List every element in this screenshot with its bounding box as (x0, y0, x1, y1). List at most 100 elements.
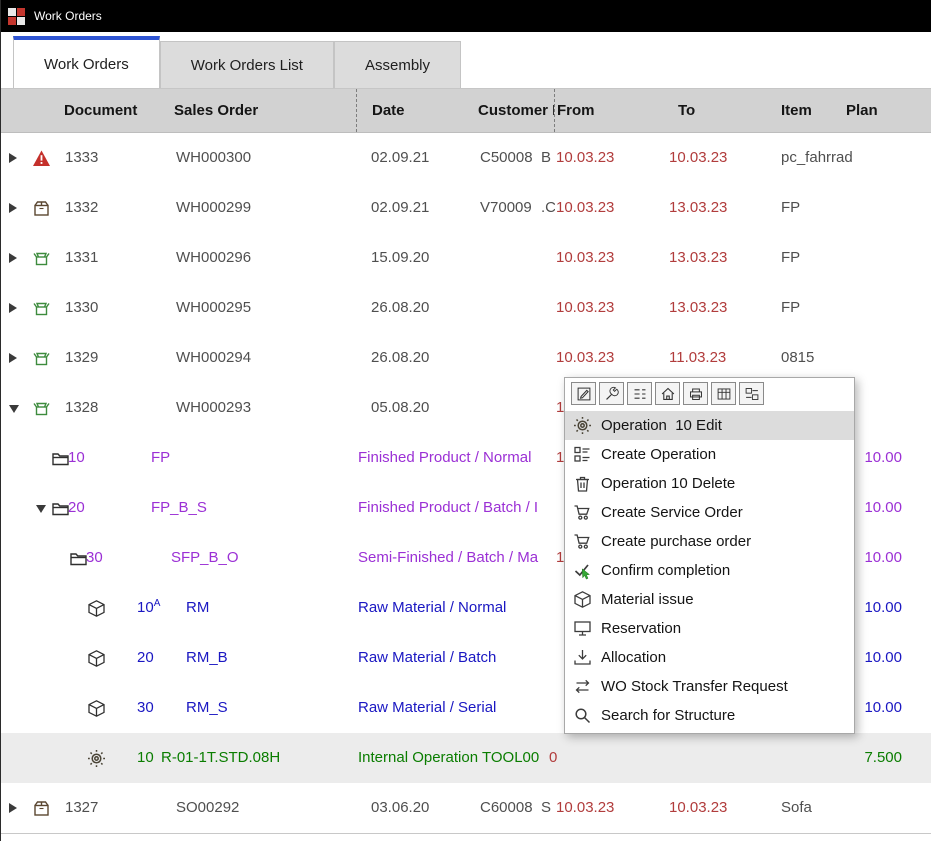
quantity-cell: 10.00 (864, 433, 902, 483)
menu-item-label: Create Service Order (601, 504, 743, 521)
app-logo-icon (8, 8, 25, 25)
gear-icon (573, 416, 592, 435)
item-cell: FP (781, 183, 800, 233)
column-header-to[interactable]: To (678, 89, 695, 132)
menu-item-label: WO Stock Transfer Request (601, 678, 788, 695)
expand-toggle[interactable] (9, 405, 19, 413)
context-menu-toolbar (565, 378, 854, 409)
box-open-icon (32, 399, 51, 418)
from-date-cell: 10.03.23 (556, 133, 614, 183)
menu-item-label: Search for Structure (601, 707, 735, 724)
create-operation-icon (573, 445, 592, 464)
document-cell: 1332 (65, 183, 98, 233)
menu-item-create-purchase-order[interactable]: Create purchase order (565, 527, 854, 556)
expand-toggle[interactable] (9, 153, 17, 163)
menu-item-allocation[interactable]: Allocation (565, 643, 854, 672)
column-header-document[interactable]: Document (64, 89, 137, 132)
item-code-cell: FP (151, 433, 170, 483)
menu-item-create-operation[interactable]: Create Operation (565, 440, 854, 469)
description-cell: Semi-Finished / Batch / Ma (358, 533, 538, 583)
column-header-customer-name[interactable]: Customer Name (478, 89, 554, 132)
description-cell: Internal Operation TOOL00 (358, 733, 539, 783)
table-row[interactable]: 1327 SO00292 03.06.20 C60008 S 10.03.23 … (1, 783, 931, 833)
from-date-cell: 10.03.23 (556, 333, 614, 383)
item-cell: pc_fahrrad (781, 133, 853, 183)
search-icon (573, 706, 592, 725)
column-header-sales-order[interactable]: Sales Order (174, 89, 258, 132)
box-closed-icon (32, 799, 51, 818)
menu-item-wo-stock-transfer-request[interactable]: WO Stock Transfer Request (565, 672, 854, 701)
column-header-from[interactable]: From (557, 89, 595, 132)
warning-icon (32, 149, 51, 168)
column-header-plan[interactable]: Plan (846, 89, 878, 132)
date-cell: 03.06.20 (371, 783, 429, 833)
to-date-cell: 13.03.23 (669, 283, 727, 333)
context-menu-items: Operation 10 Edit Create Operation Opera… (565, 409, 854, 733)
menu-item-reservation[interactable]: Reservation (565, 614, 854, 643)
expand-toggle[interactable] (9, 203, 17, 213)
customer-name-cell: B (541, 133, 555, 183)
menu-item-label: Allocation (601, 649, 666, 666)
item-cell: FP (781, 283, 800, 333)
sales-order-cell: SO00292 (176, 783, 239, 833)
to-date-cell: 13.03.23 (669, 183, 727, 233)
table-row[interactable]: 10 R-01-1T.STD.08H Internal Operation TO… (1, 733, 931, 783)
home-toolbar-button[interactable] (655, 382, 680, 405)
tab-work-orders[interactable]: Work Orders (13, 36, 160, 88)
layout-toolbar-button[interactable] (739, 382, 764, 405)
quantity-cell: 10.00 (864, 633, 902, 683)
expand-toggle[interactable] (36, 505, 46, 513)
table-row[interactable]: 1331 WH000296 15.09.20 10.03.23 13.03.23… (1, 233, 931, 283)
menu-item-create-service-order[interactable]: Create Service Order (565, 498, 854, 527)
column-header-date[interactable]: Date (372, 89, 405, 132)
document-cell: 1327 (65, 783, 98, 833)
table-row[interactable]: 1332 WH000299 02.09.21 V70009 .C 10.03.2… (1, 183, 931, 233)
expand-toggle[interactable] (9, 353, 17, 363)
box-open-icon (32, 249, 51, 268)
table-row[interactable]: 1333 WH000300 02.09.21 C50008 B 10.03.23… (1, 133, 931, 183)
sales-order-cell: WH000296 (176, 233, 251, 283)
transfer-icon (573, 677, 592, 696)
quantity-cell: 10.00 (864, 683, 902, 733)
menu-item-operation-10-edit[interactable]: Operation 10 Edit (565, 411, 854, 440)
expand-toggle[interactable] (9, 303, 17, 313)
box3d-icon (87, 699, 106, 718)
to-date-cell: 13.03.23 (669, 233, 727, 283)
row-number-cell: 10A (137, 583, 160, 633)
table-row[interactable]: 1329 WH000294 26.08.20 10.03.23 11.03.23… (1, 333, 931, 383)
row-number-cell: 30 (86, 533, 103, 583)
date-cell: 26.08.20 (371, 283, 429, 333)
row-number-cell: 10 (68, 433, 85, 483)
menu-item-confirm-completion[interactable]: Confirm completion (565, 556, 854, 585)
column-header-item[interactable]: Item (781, 89, 812, 132)
print-toolbar-button[interactable] (683, 382, 708, 405)
tab-work-orders-list[interactable]: Work Orders List (160, 41, 334, 88)
list-toolbar-button[interactable] (627, 382, 652, 405)
sales-order-cell: WH000299 (176, 183, 251, 233)
table-row[interactable]: 1330 WH000295 26.08.20 10.03.23 13.03.23… (1, 283, 931, 333)
date-cell: 26.08.20 (371, 333, 429, 383)
quantity-cell: 7.500 (864, 733, 902, 783)
menu-item-material-issue[interactable]: Material issue (565, 585, 854, 614)
table-toolbar-button[interactable] (711, 382, 736, 405)
from-date-cell: 10.03.23 (556, 183, 614, 233)
tab-assembly[interactable]: Assembly (334, 41, 461, 88)
window-title: Work Orders (34, 9, 102, 23)
expand-toggle[interactable] (9, 253, 17, 263)
menu-item-label: Operation 10 Edit (601, 417, 722, 434)
from-date-cell: 10.03.23 (556, 783, 614, 833)
document-cell: 1330 (65, 283, 98, 333)
menu-item-operation-10-delete[interactable]: Operation 10 Delete (565, 469, 854, 498)
description-extra-cell: 0 (549, 733, 557, 783)
date-cell: 15.09.20 (371, 233, 429, 283)
expand-toggle[interactable] (9, 803, 17, 813)
item-cell: 0815 (781, 333, 814, 383)
item-code-cell: RM (186, 583, 209, 633)
date-cell: 02.09.21 (371, 133, 429, 183)
box3d-icon (87, 649, 106, 668)
menu-item-search-for-structure[interactable]: Search for Structure (565, 701, 854, 730)
item-code-cell: RM_B (186, 633, 228, 683)
wrench-toolbar-button[interactable] (599, 382, 624, 405)
menu-item-label: Create Operation (601, 446, 716, 463)
edit-toolbar-button[interactable] (571, 382, 596, 405)
